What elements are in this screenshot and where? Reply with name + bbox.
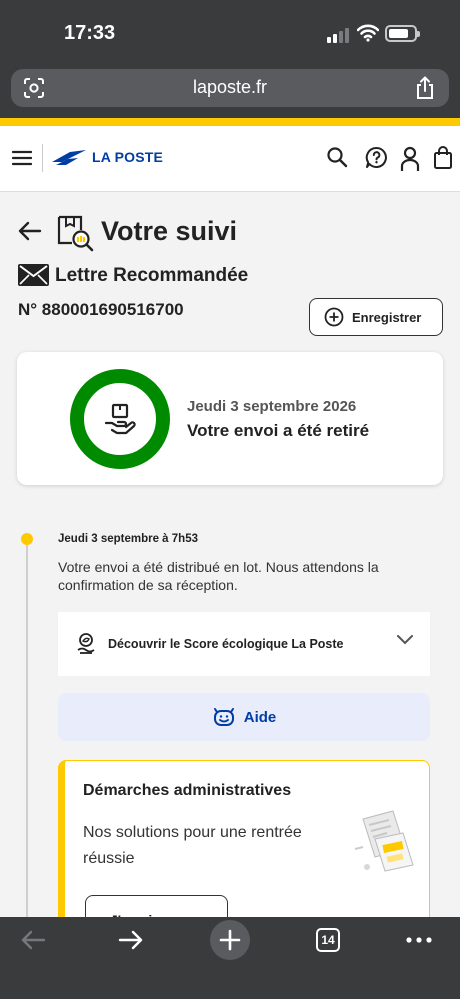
header-divider — [42, 144, 43, 172]
logo-text: LA POSTE — [92, 149, 164, 165]
tracking-search-icon — [57, 215, 94, 252]
timeline-line — [26, 544, 28, 917]
browser-forward-icon[interactable] — [118, 930, 144, 950]
search-icon[interactable] — [326, 146, 348, 168]
status-progress-ring — [70, 369, 170, 469]
browser-back-icon[interactable] — [20, 930, 46, 950]
site-header: LA POSTE — [0, 126, 460, 192]
status-card: Jeudi 3 septembre 2026 Votre envoi a été… — [17, 352, 443, 485]
save-tracking-label: Enregistrer — [352, 309, 422, 325]
help-button[interactable]: Aide — [58, 693, 430, 741]
promo-title: Démarches administratives — [83, 782, 292, 799]
status-date: Jeudi 3 septembre 2026 — [187, 398, 357, 415]
help-label: Aide — [243, 708, 277, 726]
timeline-event-date: Jeudi 3 septembre à 7h53 — [58, 533, 198, 545]
add-circle-icon — [324, 307, 344, 327]
browser-toolbar: 14 — [0, 917, 460, 999]
la-poste-logo[interactable]: LA POSTE — [50, 148, 163, 166]
share-icon[interactable] — [415, 76, 435, 100]
battery-icon — [385, 25, 420, 42]
cart-bag-icon[interactable] — [433, 146, 453, 170]
account-icon[interactable] — [400, 146, 420, 172]
help-bubble-icon[interactable] — [365, 146, 388, 169]
timeline-event-text: Votre envoi a été distribué en lot. Nous… — [58, 559, 379, 593]
help-bot-icon — [213, 708, 234, 726]
parcel-in-hand-icon — [104, 403, 136, 435]
tabs-button[interactable]: 14 — [316, 928, 340, 952]
status-bar: 17:33 — [0, 0, 460, 62]
plus-icon — [219, 929, 241, 951]
eco-score-icon — [77, 633, 95, 654]
documents-illustration — [354, 810, 414, 872]
address-bar[interactable]: laposte.fr — [11, 69, 449, 107]
status-time: 17:33 — [64, 22, 116, 44]
item-type: Lettre Recommandée — [55, 265, 249, 286]
menu-icon[interactable] — [12, 150, 32, 166]
tracking-number: N° 880001690516700 — [18, 300, 184, 319]
back-arrow-icon[interactable] — [18, 221, 42, 241]
envelope-icon — [18, 264, 49, 286]
url-text: laposte.fr — [192, 77, 268, 97]
more-options-icon[interactable] — [406, 937, 432, 943]
eco-score-accordion[interactable]: Découvrir le Score écologique La Poste — [58, 612, 430, 676]
eco-score-label: Découvrir le Score écologique La Poste — [108, 637, 344, 651]
timeline-dot — [21, 533, 33, 545]
la-poste-bird-icon — [52, 150, 86, 165]
signal-icon — [327, 28, 349, 43]
page-content: LA POSTE Votre suivi Lettre Recommandée … — [0, 126, 460, 917]
promo-button[interactable]: J'y vais — [85, 895, 228, 917]
promo-text: Nos solutions pour une rentrée réussie — [83, 824, 302, 867]
page-title: Votre suivi — [101, 216, 238, 246]
brand-top-stripe — [0, 118, 460, 126]
chevron-down-icon[interactable] — [396, 634, 414, 646]
new-tab-button[interactable] — [210, 920, 250, 960]
browser-address-area: laposte.fr — [0, 62, 460, 118]
promo-card: Démarches administratives Nos solutions … — [58, 760, 430, 917]
wifi-icon — [357, 24, 379, 42]
save-tracking-button[interactable]: Enregistrer — [309, 298, 443, 336]
status-text: Votre envoi a été retiré — [187, 421, 370, 440]
